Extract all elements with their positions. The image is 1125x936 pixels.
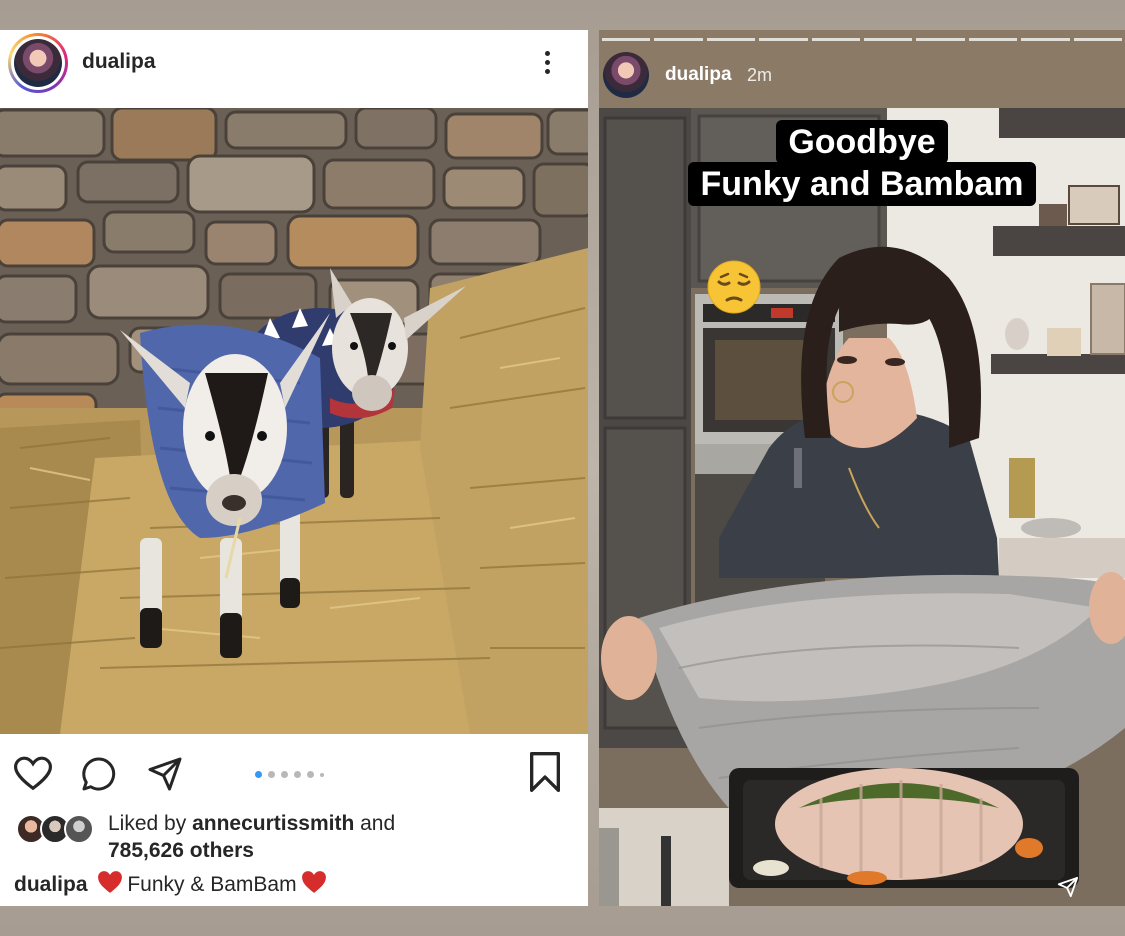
red-heart-emoji-icon xyxy=(98,871,123,893)
story-progress-segment xyxy=(759,38,808,41)
carousel-dot xyxy=(268,771,275,778)
kitchen-photo xyxy=(599,108,1125,906)
caption-username[interactable]: dualipa xyxy=(14,873,88,896)
likes-joiner: and xyxy=(360,812,396,835)
story-timestamp: 2m xyxy=(747,65,773,85)
carousel-dot-active xyxy=(255,771,262,778)
likes-summary[interactable]: Liked by annecurtissmith and 785,626 oth… xyxy=(108,810,568,864)
instagram-post: dualipa Liked by annecurtissmith and 785… xyxy=(0,30,588,906)
story-progress-segment xyxy=(602,38,651,41)
story-caption: Goodbye Funky and Bambam xyxy=(599,120,1125,206)
story-header: dualipa 2m xyxy=(599,48,1125,118)
share-icon[interactable] xyxy=(146,756,184,792)
likes-row: Liked by annecurtissmith and 785,626 oth… xyxy=(0,810,588,866)
story-username[interactable]: dualipa xyxy=(665,64,732,86)
post-avatar[interactable] xyxy=(8,33,68,93)
likes-count[interactable]: 785,626 others xyxy=(108,839,254,862)
carousel-dot xyxy=(320,773,324,777)
story-progress-segment xyxy=(968,38,1018,41)
liker-avatar[interactable] xyxy=(64,814,94,844)
heart-icon[interactable] xyxy=(14,756,52,792)
caption: dualipa Funky & BamBam xyxy=(14,870,331,897)
pensive-face-icon xyxy=(707,260,761,314)
instagram-story[interactable]: dualipa 2m Goodbye Funky and Bambam xyxy=(599,30,1125,906)
bookmark-icon[interactable] xyxy=(526,752,564,792)
story-caption-line-1: Goodbye xyxy=(776,120,948,164)
carousel-dots xyxy=(255,768,345,780)
story-progress-segment xyxy=(706,38,756,41)
comment-icon[interactable] xyxy=(80,756,118,792)
likes-prefix: Liked by xyxy=(108,812,187,835)
story-photo xyxy=(599,108,1125,906)
goats-photo xyxy=(0,108,588,734)
story-progress-segment xyxy=(811,38,860,41)
more-icon[interactable] xyxy=(538,48,556,78)
carousel-dot xyxy=(307,771,314,778)
post-header: dualipa xyxy=(0,30,588,104)
caption-text: Funky & BamBam xyxy=(127,873,297,896)
story-progress-segment xyxy=(1073,38,1122,41)
story-avatar[interactable] xyxy=(603,52,649,98)
action-row xyxy=(0,736,588,806)
story-progress-bar xyxy=(599,38,1125,42)
story-caption-line-2: Funky and Bambam xyxy=(688,162,1036,206)
send-icon[interactable] xyxy=(1057,876,1079,898)
avatar-photo xyxy=(14,39,62,87)
story-progress-segment xyxy=(916,38,965,41)
post-photo[interactable] xyxy=(0,108,588,734)
story-progress-segment xyxy=(864,38,913,41)
carousel-dot xyxy=(294,771,301,778)
story-progress-segment xyxy=(654,38,703,41)
story-progress-segment xyxy=(1021,38,1070,41)
liker-username[interactable]: annecurtissmith xyxy=(192,812,354,835)
red-heart-emoji-icon xyxy=(301,871,326,893)
carousel-dot xyxy=(281,771,288,778)
post-username[interactable]: dualipa xyxy=(82,50,156,74)
